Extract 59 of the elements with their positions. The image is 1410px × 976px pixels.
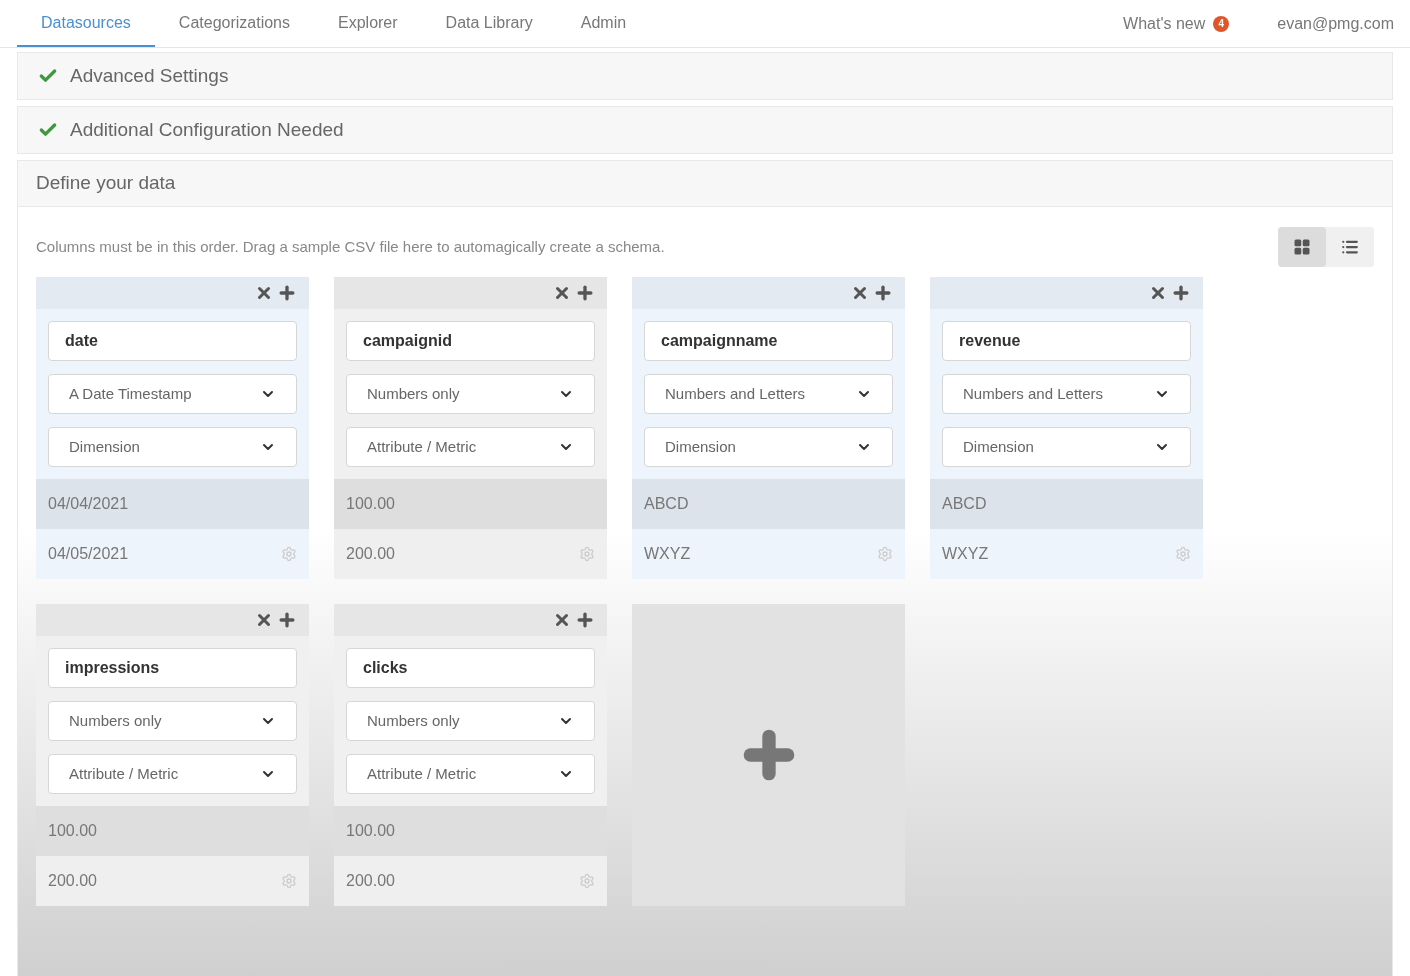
dropdown[interactable]: Attribute / Metric xyxy=(346,754,595,794)
dropdown[interactable]: Attribute / Metric xyxy=(346,427,595,467)
dropdown[interactable]: A Date Timestamp xyxy=(48,374,297,414)
add-icon[interactable] xyxy=(873,283,893,303)
hint-text: Columns must be in this order. Drag a sample CSV file here to automagically create a schema. xyxy=(36,236,665,257)
add-icon[interactable] xyxy=(575,283,595,303)
section-title: Additional Configuration Needed xyxy=(70,117,344,142)
sample-value: ABCD xyxy=(644,494,689,514)
sample-value: 04/05/2021 xyxy=(48,544,129,564)
remove-icon[interactable] xyxy=(255,284,273,302)
column-name-field[interactable]: campaignid xyxy=(346,321,595,361)
dropdown[interactable]: Dimension xyxy=(644,427,893,467)
section-header[interactable]: Advanced Settings xyxy=(17,52,1393,100)
sample-value: 200.00 xyxy=(346,544,395,564)
remove-icon[interactable] xyxy=(255,611,273,629)
nav-tab[interactable]: Categorizations xyxy=(154,0,314,47)
remove-icon[interactable] xyxy=(553,284,571,302)
section-title: Define your data xyxy=(36,171,176,196)
sample-value: WXYZ xyxy=(644,544,691,564)
add-icon[interactable] xyxy=(277,283,297,303)
grid-icon xyxy=(1293,238,1311,256)
dropdown[interactable]: Numbers and Letters xyxy=(644,374,893,414)
whats-new-link[interactable]: What's new xyxy=(1123,11,1206,36)
sample-value: 100.00 xyxy=(48,821,97,841)
nav-tab[interactable]: Explorer xyxy=(314,0,422,47)
column-name-field[interactable]: impressions xyxy=(48,648,297,688)
sample-value: WXYZ xyxy=(942,544,989,564)
section-header[interactable]: Additional Configuration Needed xyxy=(17,106,1393,154)
remove-icon[interactable] xyxy=(553,611,571,629)
section-title: Advanced Settings xyxy=(70,63,229,88)
column-name-field[interactable]: campaignname xyxy=(644,321,893,361)
dropdown[interactable]: Dimension xyxy=(48,427,297,467)
remove-icon[interactable] xyxy=(1149,284,1167,302)
sample-value: ABCD xyxy=(942,494,987,514)
sample-value: 100.00 xyxy=(346,494,395,514)
dropdown[interactable]: Numbers only xyxy=(48,701,297,741)
nav-tab[interactable]: Data Library xyxy=(421,0,557,47)
remove-icon[interactable] xyxy=(851,284,869,302)
dropdown[interactable]: Numbers and Letters xyxy=(942,374,1191,414)
nav-tab[interactable]: Admin xyxy=(556,0,651,47)
nav-tab[interactable]: Datasources xyxy=(17,0,155,47)
add-icon[interactable] xyxy=(277,610,297,630)
sample-value: 200.00 xyxy=(346,871,395,891)
column-name-field[interactable]: date xyxy=(48,321,297,361)
add-icon[interactable] xyxy=(1171,283,1191,303)
list-icon xyxy=(1341,238,1359,256)
dropdown[interactable]: Numbers only xyxy=(346,374,595,414)
dropdown[interactable]: Attribute / Metric xyxy=(48,754,297,794)
add-icon[interactable] xyxy=(575,610,595,630)
sample-value: 04/04/2021 xyxy=(48,494,129,514)
sample-value: 100.00 xyxy=(346,821,395,841)
dropdown[interactable]: Dimension xyxy=(942,427,1191,467)
sample-value: 200.00 xyxy=(48,871,97,891)
notification-badge: 4 xyxy=(1213,15,1230,32)
column-name-field[interactable]: clicks xyxy=(346,648,595,688)
user-email[interactable]: evan@pmg.com xyxy=(1277,0,1394,47)
grid-view-button[interactable] xyxy=(1278,227,1326,267)
dropdown[interactable]: Numbers only xyxy=(346,701,595,741)
column-name-field[interactable]: revenue xyxy=(942,321,1191,361)
